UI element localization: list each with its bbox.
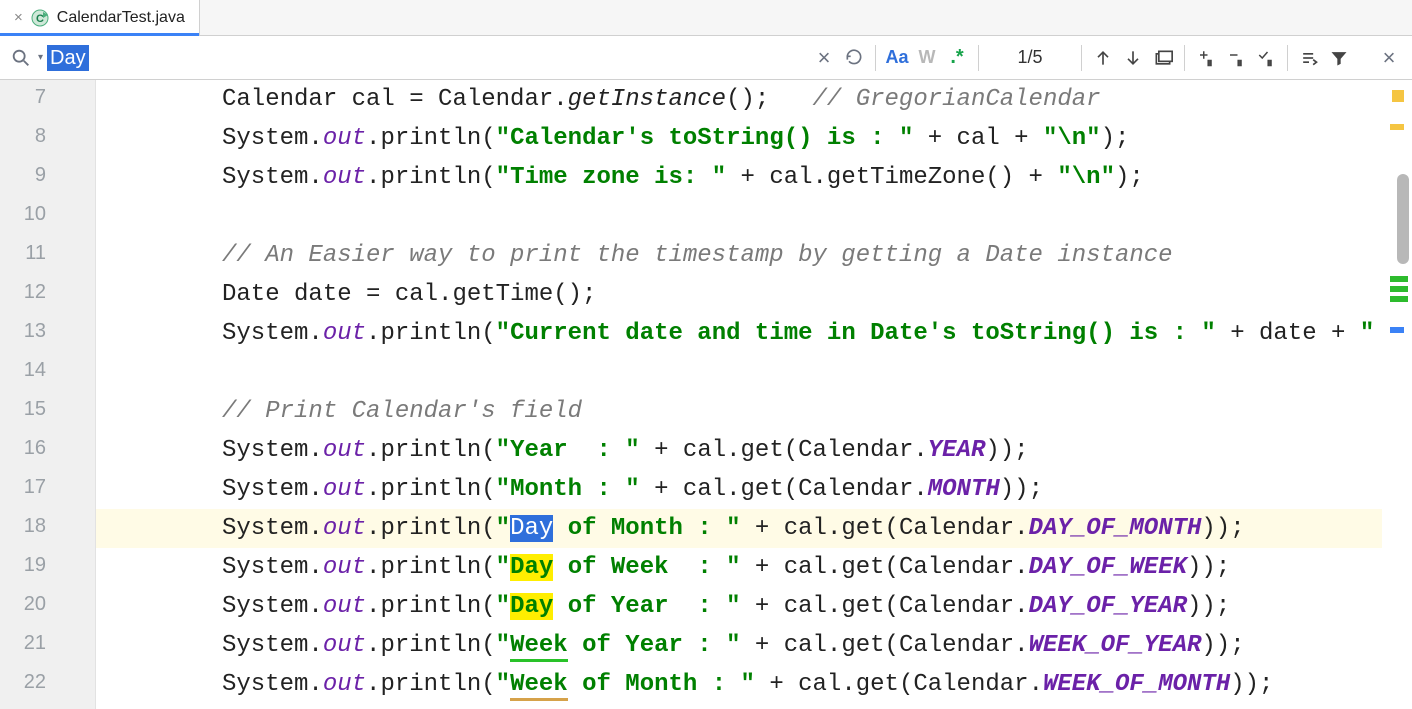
line-number: 21 [0, 632, 60, 655]
next-match-icon[interactable] [1118, 43, 1148, 73]
svg-text:C: C [36, 13, 44, 25]
code-line[interactable]: System.out.println("Calendar's toString(… [96, 119, 1382, 158]
match-marker[interactable] [1390, 286, 1408, 292]
search-dropdown-icon[interactable]: ▾ [38, 52, 43, 63]
code-line[interactable]: System.out.println("Day of Year : " + ca… [96, 587, 1382, 626]
tab-filename: CalendarTest.java [57, 9, 185, 27]
warning-marker[interactable] [1390, 124, 1404, 130]
java-class-icon: C [31, 9, 49, 27]
line-number: 13 [0, 320, 60, 343]
line-number: 11 [0, 242, 60, 265]
close-tab-icon[interactable]: × [14, 9, 23, 26]
svg-text:II: II [1208, 58, 1212, 67]
line-number: 19 [0, 554, 60, 577]
code-line[interactable]: Calendar cal = Calendar.getInstance(); /… [96, 80, 1382, 119]
line-number: 16 [0, 437, 60, 460]
caret-marker[interactable] [1390, 327, 1404, 333]
search-match-selected: Day [510, 515, 553, 542]
code-line[interactable]: System.out.println("Week of Month : " + … [96, 665, 1382, 704]
scrollbar-thumb[interactable] [1397, 174, 1409, 264]
line-number: 14 [0, 359, 60, 382]
error-stripe[interactable] [1382, 80, 1412, 709]
line-number: 10 [0, 203, 60, 226]
search-field[interactable]: Day [47, 42, 809, 74]
select-all-icon[interactable]: II [1251, 43, 1281, 73]
filter-icon[interactable] [1324, 43, 1354, 73]
add-selection-icon[interactable]: II [1191, 43, 1221, 73]
toggle-replace-icon[interactable] [1294, 43, 1324, 73]
whole-words-toggle[interactable]: W [912, 43, 942, 73]
search-match: Day [510, 593, 553, 620]
line-number: 17 [0, 476, 60, 499]
search-icon [10, 47, 32, 69]
warning-marker[interactable] [1392, 90, 1404, 102]
search-history-icon[interactable] [839, 43, 869, 73]
svg-text:II: II [1268, 58, 1272, 67]
clear-search-icon[interactable]: × [809, 43, 839, 73]
search-match: Day [510, 554, 553, 581]
line-number-gutter: 7 8 9 10 11 12 13 14 15 16 17 18 19 20 21 22 [0, 80, 96, 709]
find-toolbar: ▾ Day × Aa W .* 1/5 II II II × [0, 36, 1412, 80]
code-line[interactable]: System.out.println("Month : " + cal.get(… [96, 470, 1382, 509]
remove-selection-icon[interactable]: II [1221, 43, 1251, 73]
code-line[interactable]: // Print Calendar's field [96, 392, 1382, 431]
tab-bar: × C CalendarTest.java [0, 0, 1412, 36]
search-query-text: Day [47, 45, 89, 71]
line-number: 9 [0, 164, 60, 187]
code-line[interactable]: // An Easier way to print the timestamp … [96, 236, 1382, 275]
close-search-icon[interactable]: × [1374, 43, 1404, 73]
search-counter: 1/5 [985, 47, 1075, 68]
regex-toggle[interactable]: .* [942, 43, 972, 73]
match-case-toggle[interactable]: Aa [882, 43, 912, 73]
match-marker[interactable] [1390, 276, 1408, 282]
line-number: 22 [0, 671, 60, 694]
code-line[interactable]: Date date = cal.getTime(); [96, 275, 1382, 314]
code-line[interactable]: System.out.println("Time zone is: " + ca… [96, 158, 1382, 197]
line-number: 20 [0, 593, 60, 616]
line-number: 18 [0, 515, 60, 538]
editor-area[interactable]: 7 8 9 10 11 12 13 14 15 16 17 18 19 20 21 22 Calendar c… [0, 80, 1412, 709]
editor-tab[interactable]: × C CalendarTest.java [0, 0, 200, 35]
code-line[interactable]: System.out.println("Day of Week : " + ca… [96, 548, 1382, 587]
code-viewport[interactable]: Calendar cal = Calendar.getInstance(); /… [96, 80, 1382, 709]
line-number: 7 [0, 86, 60, 109]
code-line[interactable]: System.out.println("Current date and tim… [96, 314, 1382, 353]
line-number: 15 [0, 398, 60, 421]
select-all-occurrences-icon[interactable] [1148, 43, 1178, 73]
code-line[interactable]: System.out.println("Week of Year : " + c… [96, 626, 1382, 665]
match-marker[interactable] [1390, 296, 1408, 302]
code-line[interactable]: System.out.println("Year : " + cal.get(C… [96, 431, 1382, 470]
line-number: 8 [0, 125, 60, 148]
svg-text:II: II [1238, 58, 1242, 67]
line-number: 12 [0, 281, 60, 304]
prev-match-icon[interactable] [1088, 43, 1118, 73]
code-line-current[interactable]: System.out.println("Day of Month : " + c… [96, 509, 1382, 548]
